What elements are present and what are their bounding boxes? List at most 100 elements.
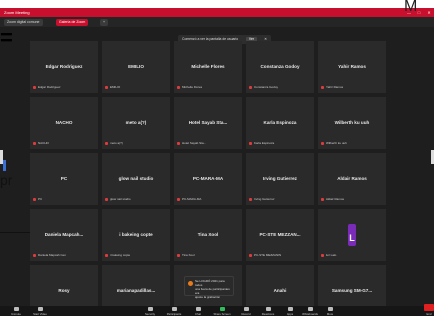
- participant-name: Wilberth ku uuh: [334, 119, 370, 125]
- participant-label-text: glow nail studio: [110, 197, 131, 201]
- participant-label: Michelle Flores: [177, 85, 202, 90]
- participant-tile[interactable]: i bakeing copte i bakeing copte: [102, 209, 170, 261]
- participant-tile[interactable]: Michelle Flores Michelle Flores: [174, 41, 242, 93]
- participant-label: Wilberth ku uuh: [321, 141, 347, 146]
- participant-tile[interactable]: EMILIO EMILIO: [102, 41, 170, 93]
- muted-mic-icon: [249, 253, 252, 257]
- notification-title: Se LOGRÓ 2021 para todos: [195, 279, 225, 287]
- participant-label: Irving Gutierrez: [249, 197, 275, 202]
- muted-mic-icon: [177, 253, 180, 257]
- close-button[interactable]: ✕: [424, 8, 434, 17]
- tab-gallery[interactable]: Galería de Zoom: [56, 19, 89, 26]
- toolbar-share-button[interactable]: Share Screen: [212, 306, 232, 316]
- notification-popup[interactable]: Se LOGRÓ 2021 para todos una fuera de pa…: [184, 276, 234, 299]
- muted-mic-icon: [33, 197, 36, 201]
- window-title: Zoom Meeting: [4, 10, 30, 15]
- participant-label-text: NACHO: [38, 141, 49, 145]
- participant-tile[interactable]: PC-MARA-MA PC-MARA-MA: [174, 153, 242, 205]
- toolbar-mic-button[interactable]: Unmute: [6, 306, 26, 316]
- participant-tile[interactable]: meto a(?) meto a(?): [102, 97, 170, 149]
- toolbar-label: Start Video: [33, 311, 47, 316]
- participant-tile[interactable]: glow nail studio glow nail studio: [102, 153, 170, 205]
- toolbar-label: Participants: [166, 311, 182, 316]
- notification-body: una fuera de participantes era: [195, 287, 230, 295]
- participants-icon: [171, 307, 177, 311]
- participant-label-text: Yahir Ramos: [326, 85, 344, 89]
- participant-label-text: Wilberth ku uuh: [326, 141, 347, 145]
- tab-bar: Zoom digital comune Galería de Zoom +: [0, 17, 434, 27]
- shield-icon: [147, 307, 153, 311]
- participant-name: Michelle Flores: [191, 63, 225, 69]
- muted-mic-icon: [105, 85, 108, 89]
- muted-mic-icon: [33, 85, 36, 89]
- participant-tile[interactable]: Irving Gutierrez Irving Gutierrez: [246, 153, 314, 205]
- participant-label: Edgar Rodriguez: [33, 85, 61, 90]
- participant-tile[interactable]: Hotel Sayab Sta... Hotel Sayab Sta...: [174, 97, 242, 149]
- tab-add[interactable]: +: [100, 19, 109, 26]
- participant-tile[interactable]: PC PC: [30, 153, 98, 205]
- participant-label-text: EMILIO: [110, 85, 121, 89]
- participant-tile[interactable]: Constanza Godoy Constanza Godoy: [246, 41, 314, 93]
- toolbar-more-button[interactable]: More: [320, 306, 340, 316]
- participant-tile[interactable]: Edgar Rodriguez Edgar Rodriguez: [30, 41, 98, 93]
- participant-tile[interactable]: Wilberth ku uuh Wilberth ku uuh: [318, 97, 386, 149]
- toolbar-label: End: [426, 311, 432, 316]
- participant-label-text: Daniela Mapcah Cen: [38, 253, 67, 257]
- participant-label-text: Constanza Godoy: [254, 85, 279, 89]
- toolbar-label: Record: [241, 311, 251, 316]
- participant-label: PC-MARA-MA: [177, 197, 201, 202]
- notification-icon: [188, 281, 193, 286]
- toolbar-video-button[interactable]: Start Video: [30, 306, 50, 316]
- overlay-text: pr: [0, 172, 13, 188]
- participant-tile[interactable]: Lluz Lalo: [318, 209, 386, 261]
- participant-label-text: Edgar Rodriguez: [38, 85, 61, 89]
- participant-label-text: Irving Gutierrez: [254, 197, 275, 201]
- participant-label: i bakeing copte: [105, 253, 130, 258]
- muted-mic-icon: [105, 141, 108, 145]
- muted-mic-icon: [321, 253, 324, 257]
- toolbar-reactions-button[interactable]: Reactions: [258, 306, 278, 316]
- participant-name: Rosy: [58, 287, 70, 293]
- overlay-end-button[interactable]: [424, 304, 434, 311]
- participant-label: Constanza Godoy: [249, 85, 278, 90]
- toolbar-label: More: [326, 311, 334, 316]
- participant-name: PC-STE MEZZAN...: [259, 231, 301, 237]
- participant-label: PC-STE MEZZANIN: [249, 253, 281, 258]
- toolbar-label: Apps: [286, 311, 294, 316]
- toolbar-whiteboard-button[interactable]: Whiteboards: [300, 306, 320, 316]
- title-bar: Zoom Meeting — □ ✕: [0, 8, 434, 17]
- participant-label-text: i bakeing copte: [110, 253, 131, 257]
- notification-extra: ajuste la grabación: [195, 295, 221, 299]
- participant-name: Karla Espinoza: [263, 119, 297, 125]
- muted-mic-icon: [321, 85, 324, 89]
- toolbar-apps-button[interactable]: Apps: [280, 306, 300, 316]
- participant-name: marianapadillas...: [116, 287, 156, 293]
- participant-tile[interactable]: Tina Xool Tina Xool: [174, 209, 242, 261]
- muted-mic-icon: [33, 253, 36, 257]
- toolbar-chat-button[interactable]: Chat: [188, 306, 208, 316]
- participant-label-text: meto a(?): [110, 141, 123, 145]
- participant-label-text: luz Lalo: [326, 253, 337, 257]
- participant-name: i bakeing copte: [119, 231, 153, 237]
- participant-label: glow nail studio: [105, 197, 131, 202]
- participant-label-text: Aldair Ramos: [326, 197, 345, 201]
- participant-tile[interactable]: Daniela Mapcah... Daniela Mapcah Cen: [30, 209, 98, 261]
- toolbar-label: Reactions: [261, 311, 275, 316]
- participant-name: Daniela Mapcah...: [44, 231, 84, 237]
- participant-tile[interactable]: NACHO NACHO: [30, 97, 98, 149]
- participant-tile[interactable]: Aldair Ramos Aldair Ramos: [318, 153, 386, 205]
- whiteboard-icon: [307, 307, 313, 311]
- participant-name: meto a(?): [125, 119, 147, 125]
- muted-mic-icon: [249, 85, 252, 89]
- toolbar-participants-button[interactable]: Participants: [164, 306, 184, 316]
- participant-name: NACHO: [55, 119, 73, 125]
- muted-mic-icon: [177, 141, 180, 145]
- participant-tile[interactable]: PC-STE MEZZAN... PC-STE MEZZANIN: [246, 209, 314, 261]
- participant-tile[interactable]: Yahir Ramos Yahir Ramos: [318, 41, 386, 93]
- participant-label-text: Tina Xool: [182, 253, 195, 257]
- participant-tile[interactable]: Karla Espinoza Karla Espinoza: [246, 97, 314, 149]
- toolbar-record-button[interactable]: Record: [236, 306, 256, 316]
- participant-label: Karla Espinoza: [249, 141, 274, 146]
- participant-label: EMILIO: [105, 85, 120, 90]
- toolbar-shield-button[interactable]: Security: [140, 306, 160, 316]
